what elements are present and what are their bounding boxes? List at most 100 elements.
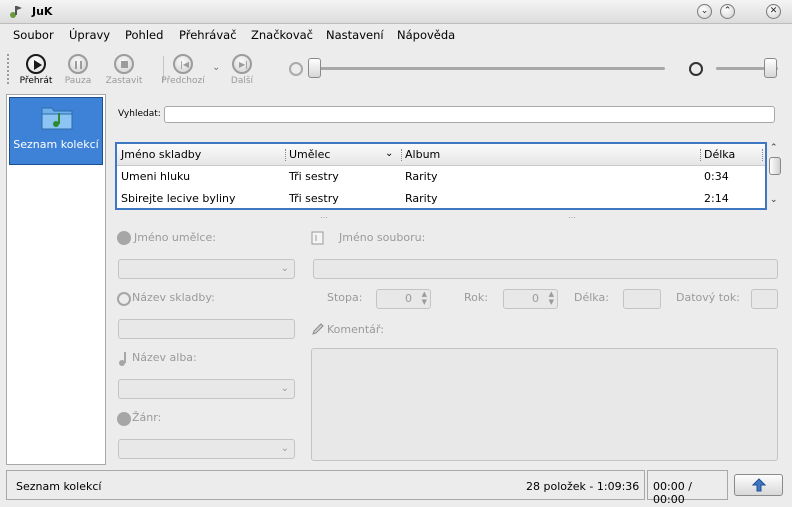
- track-number-label: Stopa:: [327, 291, 363, 304]
- arrow-up-icon: [752, 478, 766, 492]
- comment-label: Komentář:: [327, 323, 384, 336]
- track-position-slider[interactable]: [310, 67, 665, 70]
- year-value: 0: [532, 292, 539, 305]
- track-position-icon: [289, 62, 303, 76]
- table-row[interactable]: Sbirejte lecive byliny Tři sestry Rarity…: [117, 188, 765, 209]
- artist-label: Jméno umělce:: [134, 231, 216, 244]
- column-header-album[interactable]: Album: [405, 148, 440, 161]
- splitter-handle[interactable]: …: [568, 211, 577, 220]
- play-button[interactable]: Přehrát: [14, 54, 58, 90]
- close-button[interactable]: ✕: [766, 4, 781, 19]
- status-panel-main: Seznam kolekcí 28 položek - 1:09:36: [6, 470, 645, 500]
- previous-icon: |◀: [173, 54, 193, 74]
- track-title-field[interactable]: [118, 319, 295, 339]
- cell-artist: Tři sestry: [289, 192, 339, 205]
- next-icon: ▶|: [232, 54, 252, 74]
- volume-handle[interactable]: [764, 58, 777, 78]
- scroll-down-icon[interactable]: ⌄: [770, 195, 778, 205]
- column-divider[interactable]: [401, 149, 402, 161]
- album-label: Název alba:: [132, 351, 197, 364]
- column-divider[interactable]: [285, 149, 286, 161]
- track-number-spinbox[interactable]: 0 ▲ ▼: [376, 289, 431, 309]
- table-header: Jméno skladby Umělec ⌄ Album Délka: [117, 144, 765, 166]
- toggle-editor-button[interactable]: [734, 474, 783, 496]
- splitter-handle[interactable]: …: [320, 211, 329, 220]
- album-combo[interactable]: ⌄: [118, 379, 295, 399]
- track-title-icon: [117, 292, 131, 306]
- genre-combo[interactable]: ⌄: [118, 439, 295, 459]
- player-toolbar: Přehrát Pauza Zastavit |◀ Předchozí ⌄ ▶|…: [0, 48, 792, 92]
- pause-icon: [68, 54, 88, 74]
- minimize-button[interactable]: ⌄: [697, 4, 712, 19]
- menu-napoveda[interactable]: Nápověda: [397, 28, 455, 42]
- artist-icon: [117, 231, 131, 245]
- status-collection: Seznam kolekcí: [16, 480, 102, 493]
- track-title-label: Název skladby:: [132, 291, 215, 304]
- comment-pencil-icon: [312, 323, 324, 335]
- genre-label: Žánr:: [132, 411, 162, 424]
- next-button[interactable]: ▶| Další: [220, 54, 264, 90]
- playlist-table: Jméno skladby Umělec ⌄ Album Délka Umeni…: [115, 142, 767, 210]
- toolbar-handle[interactable]: [7, 54, 10, 84]
- status-panel-time: 00:00 / 00:00: [647, 470, 728, 506]
- music-folder-icon: [41, 107, 73, 130]
- file-icon: [311, 231, 324, 245]
- stop-button[interactable]: Zastavit: [102, 54, 146, 90]
- window-title: JuK: [32, 5, 53, 18]
- play-icon: [26, 54, 46, 74]
- track-number-value: 0: [405, 292, 412, 305]
- scroll-up-icon[interactable]: ⌃: [770, 143, 778, 153]
- length-label: Délka:: [574, 291, 609, 304]
- spin-arrows-icon[interactable]: ▲ ▼: [549, 290, 554, 306]
- search-label: Vyhledat:: [118, 109, 161, 119]
- cell-artist: Tři sestry: [289, 170, 339, 183]
- file-label: Jméno souboru:: [339, 231, 426, 244]
- playlist-scrollbar[interactable]: ⌃ ⌄: [768, 143, 782, 209]
- bitrate-field: [751, 289, 778, 309]
- menu-prehravac[interactable]: Přehrávač: [179, 28, 237, 42]
- column-header-title[interactable]: Jméno skladby: [121, 148, 201, 161]
- column-divider[interactable]: [762, 149, 763, 161]
- stop-icon: [114, 54, 134, 74]
- previous-button[interactable]: |◀ Předchozí: [161, 54, 205, 90]
- genre-info-icon: [117, 412, 131, 426]
- cell-album: Rarity: [405, 192, 438, 205]
- comment-textarea[interactable]: [311, 348, 778, 461]
- menu-znackovac[interactable]: Značkovač: [251, 28, 313, 42]
- menu-upravy[interactable]: Úpravy: [69, 28, 110, 42]
- cell-album: Rarity: [405, 170, 438, 183]
- spin-arrows-icon[interactable]: ▲ ▼: [422, 290, 427, 306]
- next-label: Další: [230, 76, 254, 86]
- table-row[interactable]: Umeni hluku Tři sestry Rarity 0:34: [117, 166, 765, 187]
- cell-title: Umeni hluku: [121, 170, 191, 183]
- search-input[interactable]: [164, 106, 775, 123]
- playlist-sidebar: Seznam kolekcí: [6, 94, 106, 465]
- chevron-down-icon: ⌄: [280, 443, 289, 454]
- artist-combo[interactable]: ⌄: [118, 259, 295, 279]
- sidebar-item-collection[interactable]: Seznam kolekcí: [9, 97, 103, 165]
- track-position-handle[interactable]: [308, 58, 321, 78]
- menu-bar: Soubor Úpravy Pohled Přehrávač Značkovač…: [0, 25, 792, 46]
- column-header-length[interactable]: Délka: [704, 148, 735, 161]
- year-spinbox[interactable]: 0 ▲ ▼: [503, 289, 558, 309]
- chevron-down-icon: ⌄: [280, 383, 289, 394]
- status-item-count: 28 položek - 1:09:36: [526, 480, 640, 493]
- menu-nastaveni[interactable]: Nastavení: [326, 28, 384, 42]
- column-divider[interactable]: [700, 149, 701, 161]
- file-name-field[interactable]: [313, 259, 778, 279]
- cell-title: Sbirejte lecive byliny: [121, 192, 236, 205]
- pause-button[interactable]: Pauza: [56, 54, 100, 90]
- maximize-button[interactable]: ⌃: [720, 4, 735, 19]
- column-header-artist[interactable]: Umělec: [289, 148, 330, 161]
- menu-pohled[interactable]: Pohled: [125, 28, 163, 42]
- year-label: Rok:: [464, 291, 488, 304]
- menu-soubor[interactable]: Soubor: [13, 28, 54, 42]
- collection-label: Seznam kolekcí: [13, 138, 99, 151]
- stop-label: Zastavit: [105, 76, 143, 86]
- cell-length: 0:34: [704, 170, 729, 183]
- sort-chevron-icon: ⌄: [385, 148, 394, 159]
- status-time: 00:00 / 00:00: [653, 480, 692, 506]
- previous-label: Předchozí: [161, 76, 205, 86]
- scrollbar-thumb[interactable]: [769, 157, 781, 175]
- pause-label: Pauza: [64, 76, 92, 86]
